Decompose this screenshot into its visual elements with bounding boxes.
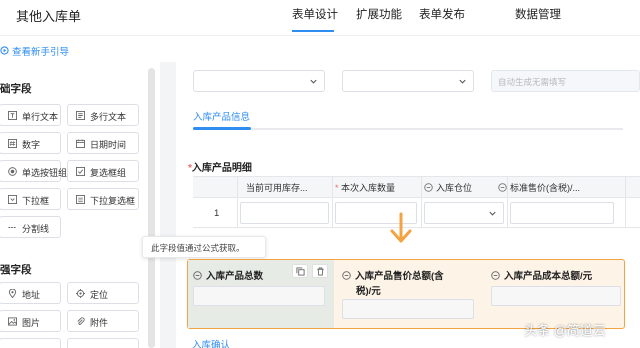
field-label-cost-total: 入库产品成本总额/元 [491,268,592,282]
total-count-input[interactable] [193,286,325,306]
chevron-down-icon [459,79,466,84]
tab-form-design[interactable]: 表单设计 [292,6,338,22]
tab-publish[interactable]: 表单发布 [419,6,465,22]
guide-link-label: 查看新手引导 [12,47,70,58]
attachment-icon [77,317,85,325]
location-icon [76,289,85,298]
top-bar: 其他入库单 表单设计 扩展功能 表单发布 数据管理 [0,0,640,36]
checkbox-icon [76,167,85,176]
enhanced-fields-title: 强字段 [0,264,32,276]
text-multi-icon [76,111,85,120]
field-checkbox-group[interactable]: 复选框组 [67,160,139,182]
copy-icon [296,267,305,276]
basic-fields-title: 础字段 [0,83,32,95]
column-header-stock[interactable]: 当前可用库存... [246,181,308,194]
form-name: 其他入库单 [16,9,82,24]
copy-button[interactable] [292,264,308,278]
link-icon [342,271,351,280]
tab-extensions[interactable]: 扩展功能 [356,6,402,22]
row-number: 1 [214,208,220,219]
image-icon [8,317,17,326]
field-address[interactable]: 地址 [0,282,61,304]
auto-generated-field: 自动生成无需填写 [491,70,640,92]
watermark: 头条 @简道云 [524,323,606,338]
column-header-location[interactable]: 入库仓位 [424,181,472,194]
field-radio-group[interactable]: 单选按钮组 [0,160,67,182]
link-icon [491,271,500,280]
field-partial-1[interactable] [0,338,61,348]
calendar-icon [76,139,85,148]
field-number[interactable]: 数字 [0,132,61,154]
guide-icon [0,46,9,55]
field-dropdown-multi[interactable]: 下拉复选框 [67,188,139,210]
sub-tab-indicator [193,127,251,130]
dropdown-multi-icon [76,195,85,204]
chevron-down-icon [489,211,496,216]
column-header-price[interactable]: 标准售价(含税)/... [498,181,580,194]
number-icon [8,139,17,148]
location-select[interactable] [424,202,504,224]
dropdown-icon [8,195,17,204]
field-image[interactable]: 图片 [0,310,61,332]
stock-input[interactable] [240,202,329,224]
field-label-total-count: 入库产品总数 [193,268,263,282]
radio-icon [8,167,17,176]
link-icon [424,183,433,192]
field-attachment[interactable]: 附件 [67,310,139,332]
field-dropdown[interactable]: 下拉框 [0,188,61,210]
sub-tab-track [193,128,623,130]
section-confirm[interactable]: 入库确认 [192,337,230,348]
price-input[interactable] [510,202,614,224]
arrow-down-icon [390,212,412,243]
field-multi-line-text[interactable]: 多行文本 [67,104,139,126]
tab-product-info[interactable]: 入库产品信息 [193,109,250,123]
text-line-icon [8,111,17,120]
sale-total-input[interactable] [342,299,474,319]
address-icon [8,289,17,298]
palette-scrollbar[interactable] [148,68,155,348]
trash-icon [317,267,324,276]
field-label-sale-total-line2: 税)/元 [356,286,381,297]
link-icon [498,183,507,192]
detail-table-title: *入库产品明细 [188,163,252,174]
field-label-sale-total: 入库产品售价总额(含 [342,268,444,282]
select-field-1[interactable] [193,70,325,92]
active-tab-indicator [292,30,334,32]
field-divider[interactable]: 分割线 [0,216,61,238]
formula-tooltip: 此字段值通过公式获取。 [142,236,266,258]
field-location[interactable]: 定位 [67,282,139,304]
delete-button[interactable] [312,264,328,278]
divider-icon [8,227,17,228]
field-single-line-text[interactable]: 单行文本 [0,104,61,126]
cost-total-input[interactable] [491,286,621,306]
chevron-down-icon [310,79,317,84]
column-header-quantity[interactable]: * 本次入库数量 [335,181,395,194]
link-icon [193,271,202,280]
field-datetime[interactable]: 日期时间 [67,132,139,154]
field-partial-2[interactable] [67,338,139,348]
tab-data-management[interactable]: 数据管理 [515,6,561,22]
select-field-2[interactable] [342,70,474,92]
